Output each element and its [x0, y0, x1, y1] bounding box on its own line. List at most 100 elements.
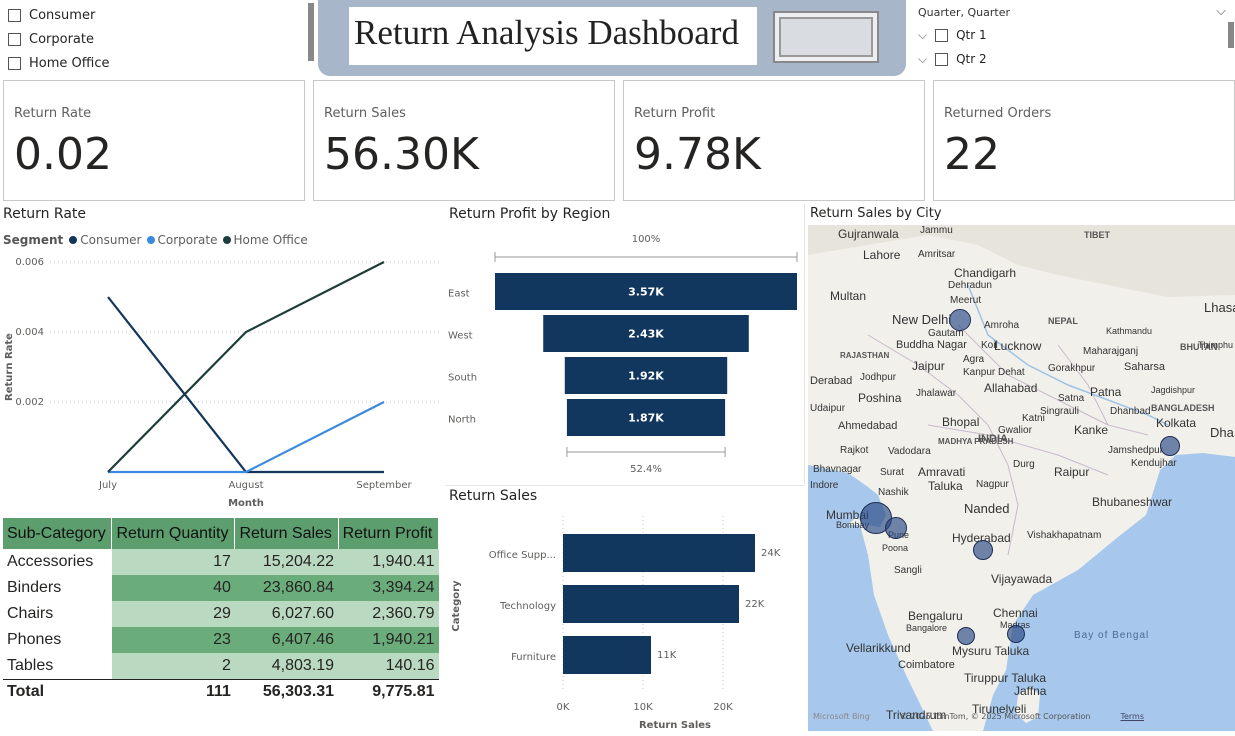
map-place-label: Amravati	[918, 465, 966, 479]
slicer-item-qtr2[interactable]: ⌵ Qtr 2	[918, 47, 1232, 71]
table-row[interactable]: Binders 40 23,860.84 3,394.24	[3, 575, 439, 601]
checkbox[interactable]	[8, 32, 21, 46]
table-cell: 2,360.79	[338, 601, 439, 627]
map-place-label: Bhubaneshwar	[1092, 495, 1173, 509]
bar-value-label: 22K	[745, 599, 765, 610]
slicer-scrollbar[interactable]	[308, 3, 314, 61]
map-place-label: Agra	[963, 354, 985, 365]
slicer-item-corporate[interactable]: Corporate	[8, 27, 308, 51]
checkbox[interactable]	[8, 56, 21, 70]
map-place-label: Chennai	[993, 606, 1038, 620]
kpi-card-return-rate: Return Rate 0.02	[3, 80, 305, 201]
x-axis-label: Return Sales	[639, 720, 711, 731]
column-header[interactable]: Return Profit	[338, 518, 440, 549]
card-label: Return Sales	[324, 106, 406, 121]
slicer-item-home-office[interactable]: Home Office	[8, 51, 308, 75]
table-cell: 56,303.31	[234, 678, 339, 705]
header-button[interactable]	[773, 11, 879, 63]
y-axis-label: Category	[451, 580, 462, 632]
city-bubble[interactable]	[973, 540, 993, 560]
map-place-label: Ahmedabad	[838, 420, 898, 432]
city-bubble[interactable]	[957, 627, 975, 645]
map-canvas[interactable]: Gujranwala Jammu Lahore Amritsar Chandigarh M…	[808, 225, 1235, 731]
chevron-down-icon[interactable]: ⌵	[1216, 4, 1226, 19]
map-place-label: Kanke	[1074, 423, 1109, 437]
map-place-label: Jammu	[920, 225, 953, 236]
map-place-label: Chandigarh	[954, 266, 1017, 280]
series-line	[107, 261, 385, 473]
map-place-label: BANGLADESH	[1151, 403, 1215, 413]
city-bubble[interactable]	[949, 309, 971, 331]
map-place-label: Katni	[1022, 413, 1045, 424]
chart-title: Return Sales by City	[810, 206, 942, 221]
card-value: 22	[944, 129, 1000, 180]
map-place-label: Taluka	[928, 479, 963, 493]
card-label: Returned Orders	[944, 106, 1052, 121]
map-place-label: Poona	[882, 543, 909, 553]
table-row[interactable]: Tables 2 4,803.19 140.16	[3, 653, 439, 679]
map-place-label: Satna	[1058, 393, 1085, 404]
city-bubble[interactable]	[1160, 436, 1180, 456]
map-place-label: NEPAL	[1048, 316, 1078, 326]
chevron-down-icon[interactable]: ⌵	[918, 52, 927, 67]
bar-chart: 0K 10K 20K 24K Office Supp... 22K Technology 11…	[451, 516, 781, 731]
map-attribution: Microsoft Bing © 2025 TomTom, © 2025 Mic…	[813, 712, 1233, 721]
table-cell: Tables	[7, 656, 54, 674]
segment-slicer: Consumer Corporate Home Office	[8, 3, 308, 75]
map-place-label: Buddha Nagar	[896, 339, 967, 351]
table-cell: 23,860.84	[234, 575, 339, 601]
table-row[interactable]: Accessories 17 15,204.22 1,940.41	[3, 549, 439, 575]
title-box: Return Analysis Dashboard	[349, 7, 757, 65]
x-axis-label: Month	[228, 498, 264, 509]
map-place-label: Lucknow	[994, 339, 1042, 353]
map-place-label: Patna	[1090, 385, 1122, 399]
table-cell: 1,940.21	[338, 627, 439, 653]
funnel-panel: Return Profit by Region 100% 3.57K East 2.4…	[445, 204, 805, 484]
map-place-label: Bay of Bengal	[1074, 630, 1150, 641]
table-cell: Total	[3, 678, 112, 705]
chevron-down-icon[interactable]: ⌵	[918, 28, 927, 43]
table-cell: 29	[111, 601, 235, 627]
table-row[interactable]: Chairs 29 6,027.60 2,360.79	[3, 601, 439, 627]
table-cell: 40	[111, 575, 235, 601]
map-place-label: Kathmandu	[1106, 326, 1153, 336]
checkbox[interactable]	[8, 8, 21, 22]
map-place-label: Dha	[1210, 425, 1234, 440]
subcategory-table: Sub-Category Return Quantity Return Sales R…	[3, 518, 440, 705]
map-place-label: Sangli	[894, 565, 922, 576]
map-place-label: Allahabad	[984, 381, 1038, 395]
table-cell: Binders	[7, 579, 62, 596]
city-bubble[interactable]	[885, 517, 907, 539]
table-cell: 3,394.24	[338, 575, 439, 601]
funnel-category-label: East	[448, 289, 470, 300]
checkbox[interactable]	[935, 52, 949, 66]
bar-category-label: Furniture	[511, 652, 556, 663]
map-place-label: Jodhpur	[860, 372, 897, 383]
map-place-label: Amroha	[984, 320, 1020, 331]
y-axis-label: Return Rate	[4, 333, 15, 401]
funnel-category-label: North	[448, 415, 476, 426]
bar	[563, 636, 651, 674]
table-row[interactable]: Phones 23 6,407.46 1,940.21	[3, 627, 439, 653]
quarter-slicer-title: Quarter, Quarter	[918, 6, 1010, 19]
card-label: Return Profit	[634, 106, 716, 121]
slicer-scrollbar[interactable]	[1228, 22, 1234, 48]
column-header[interactable]: Return Sales	[234, 518, 339, 549]
city-bubble[interactable]	[1007, 625, 1025, 643]
slicer-item-consumer[interactable]: Consumer	[8, 3, 308, 27]
slicer-item-qtr1[interactable]: ⌵ Qtr 1	[918, 23, 1232, 47]
table-cell: 4,803.19	[234, 653, 339, 679]
bar-value-label: 24K	[761, 548, 781, 559]
map-place-label: Vadodara	[888, 446, 931, 457]
column-header[interactable]: Sub-Category	[3, 518, 113, 549]
map-place-label: Durg	[1013, 459, 1035, 470]
slicer-item-label: Home Office	[29, 55, 110, 71]
table-cell: 15,204.22	[234, 549, 339, 575]
funnel-top-pct: 100%	[632, 234, 661, 245]
terms-link[interactable]: Terms	[1120, 712, 1144, 721]
checkbox[interactable]	[935, 28, 949, 42]
map-place-label: Vellarikkund	[846, 641, 911, 655]
table-cell: Chairs	[7, 605, 54, 622]
column-header[interactable]: Return Quantity	[111, 518, 236, 549]
y-tick-label: 0.006	[15, 257, 44, 268]
